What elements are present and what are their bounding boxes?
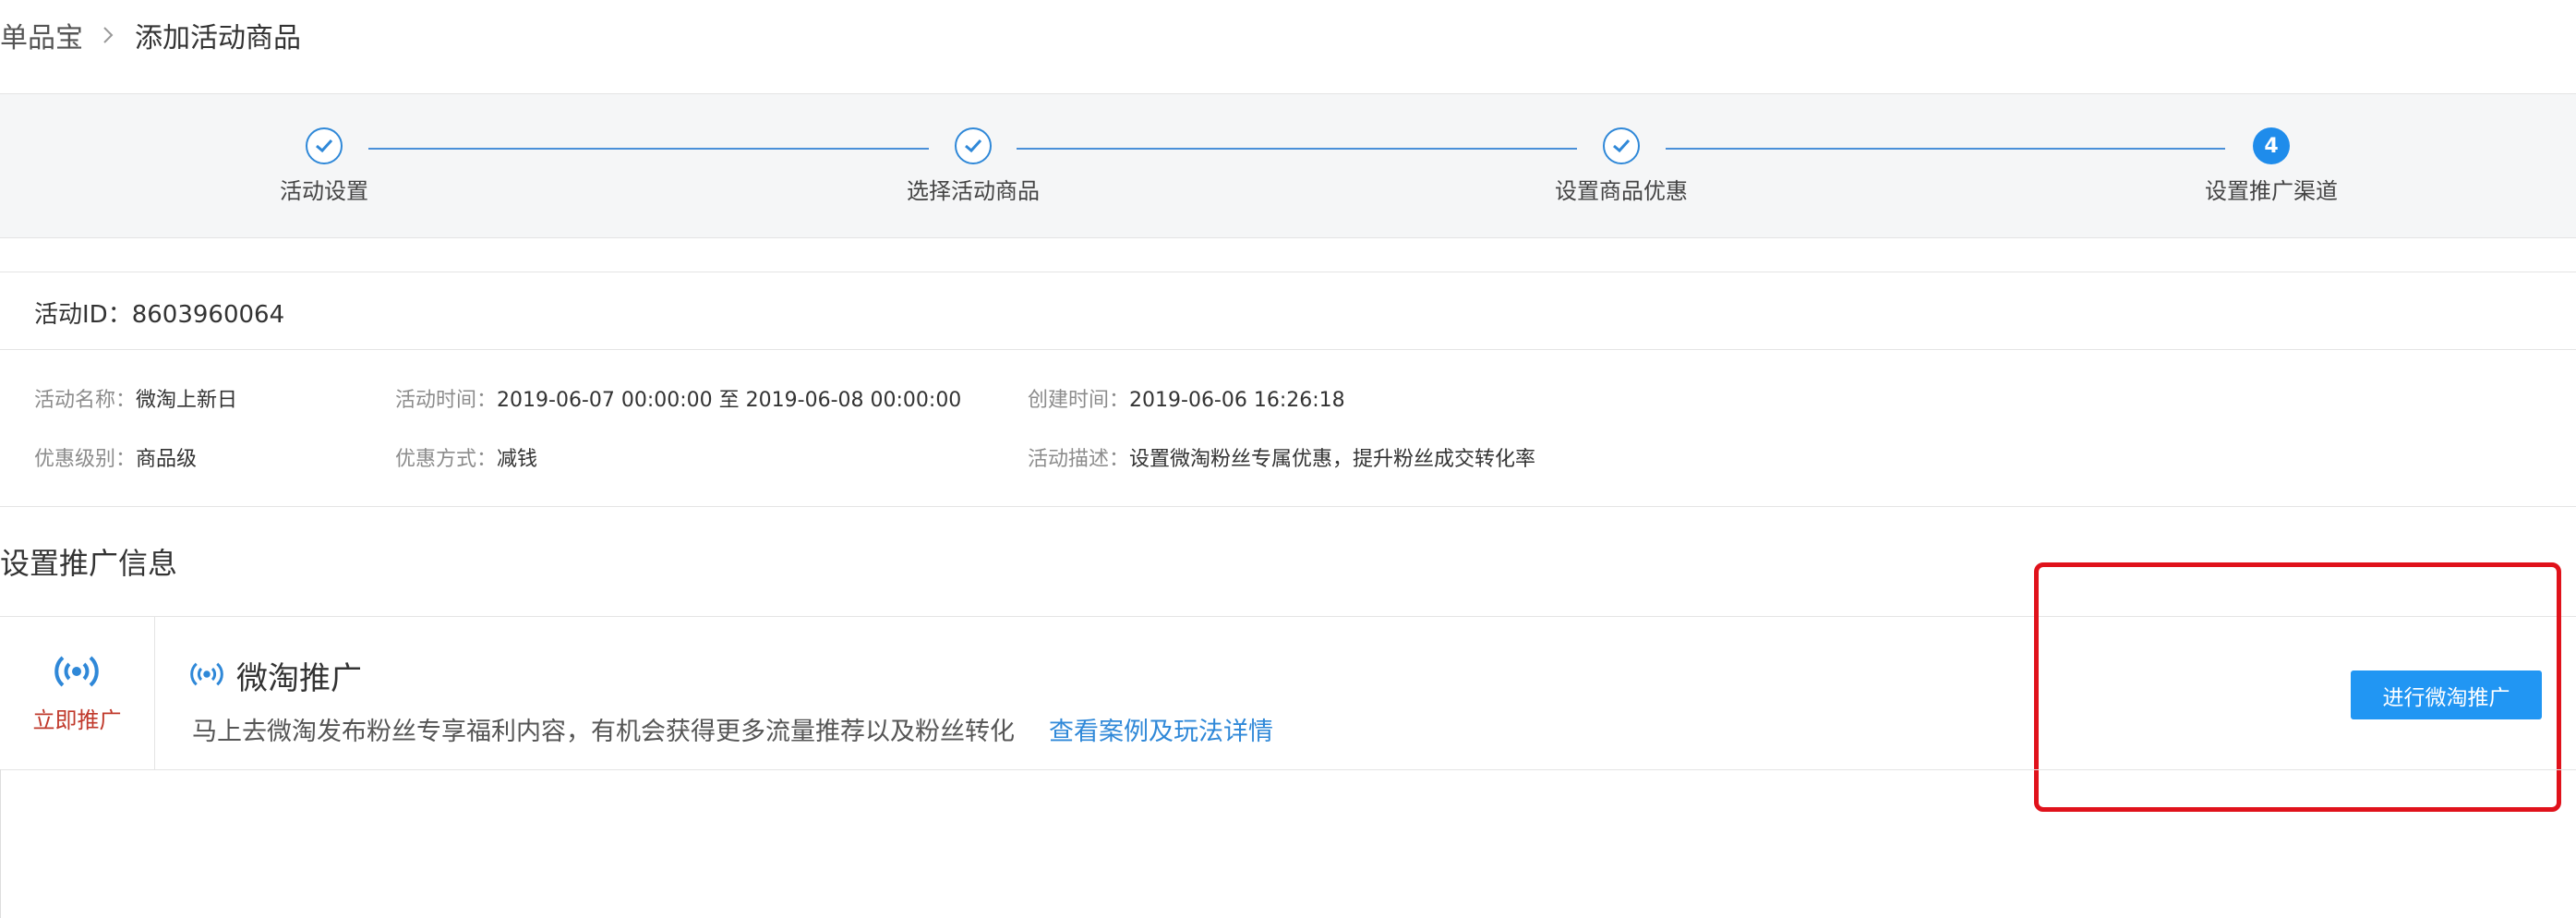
promote-now-label[interactable]: 立即推广 bbox=[0, 702, 154, 734]
promo-title: 微淘推广 bbox=[236, 660, 362, 697]
activity-name-value: 微淘上新日 bbox=[136, 389, 238, 412]
activity-description-value: 设置微淘粉丝专属优惠，提升粉丝成交转化率 bbox=[1129, 448, 1536, 471]
step-3-label: 设置商品优惠 bbox=[1555, 178, 1688, 204]
promo-description: 马上去微淘发布粉丝专享福利内容，有机会获得更多流量推荐以及粉丝转化 bbox=[192, 718, 1015, 746]
created-time: 创建时间：2019-06-06 16:26:18 bbox=[1028, 383, 1345, 413]
broadcast-icon bbox=[54, 653, 100, 694]
created-time-value: 2019-06-06 16:26:18 bbox=[1129, 389, 1345, 412]
discount-method: 优惠方式：减钱 bbox=[395, 442, 537, 472]
divider bbox=[0, 769, 2576, 770]
activity-id-value: 8603960064 bbox=[131, 301, 285, 329]
promo-section-title: 设置推广信息 bbox=[0, 546, 178, 581]
activity-time-label: 活动时间： bbox=[395, 389, 498, 412]
view-cases-link[interactable]: 查看案例及玩法详情 bbox=[1049, 711, 1273, 747]
step-3-check-icon bbox=[1603, 127, 1640, 164]
created-time-label: 创建时间： bbox=[1028, 389, 1130, 412]
breadcrumb: 单品宝 添加活动商品 bbox=[0, 13, 301, 57]
broadcast-icon bbox=[189, 660, 224, 692]
step-1-check-icon bbox=[306, 127, 343, 164]
activity-name-label: 活动名称： bbox=[34, 389, 137, 412]
activity-id-label: 活动ID： bbox=[34, 301, 132, 329]
activity-time-value: 2019-06-07 00:00:00 至 2019-06-08 00:00:0… bbox=[497, 389, 962, 412]
discount-level-label: 优惠级别： bbox=[34, 448, 137, 471]
discount-level: 优惠级别：商品级 bbox=[34, 442, 197, 472]
chevron-right-icon bbox=[102, 25, 114, 45]
step-connector bbox=[368, 148, 929, 150]
step-connector bbox=[1017, 148, 1577, 150]
step-connector bbox=[1666, 148, 2225, 150]
divider bbox=[0, 506, 2576, 507]
step-1-label: 活动设置 bbox=[280, 178, 368, 204]
divider bbox=[0, 349, 2576, 350]
activity-description-label: 活动描述： bbox=[1028, 448, 1130, 471]
step-4-number: 4 bbox=[2253, 127, 2290, 164]
activity-time: 活动时间：2019-06-07 00:00:00 至 2019-06-08 00… bbox=[395, 383, 961, 413]
highlight-box bbox=[2034, 562, 2561, 812]
activity-description: 活动描述：设置微淘粉丝专属优惠，提升粉丝成交转化率 bbox=[1028, 442, 1535, 472]
discount-level-value: 商品级 bbox=[136, 448, 198, 471]
step-2-label: 选择活动商品 bbox=[907, 178, 1040, 204]
breadcrumb-root-link[interactable]: 单品宝 bbox=[0, 15, 83, 55]
steps-bar bbox=[0, 93, 2576, 238]
step-2-check-icon bbox=[955, 127, 992, 164]
breadcrumb-current: 添加活动商品 bbox=[135, 22, 301, 54]
activity-name: 活动名称：微淘上新日 bbox=[34, 383, 237, 413]
step-4-label: 设置推广渠道 bbox=[2205, 178, 2338, 204]
discount-method-value: 减钱 bbox=[497, 448, 538, 471]
left-border bbox=[0, 769, 1, 918]
activity-id: 活动ID：8603960064 bbox=[34, 296, 284, 330]
discount-method-label: 优惠方式： bbox=[395, 448, 498, 471]
